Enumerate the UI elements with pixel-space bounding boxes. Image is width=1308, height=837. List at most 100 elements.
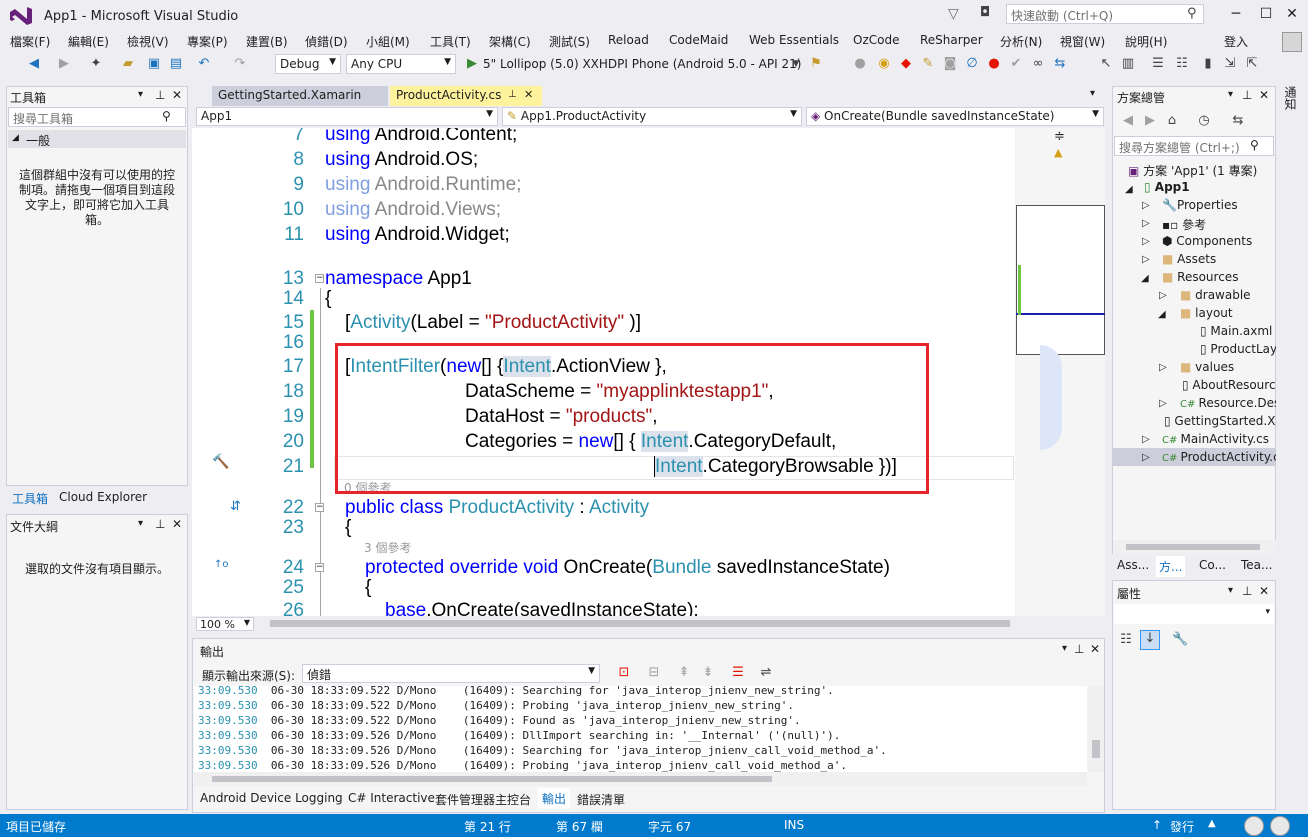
pin-icon[interactable]: ⊥ <box>508 89 517 100</box>
run-target-button[interactable]: 5" Lollipop (5.0) XXHDPI Phone (Android … <box>483 57 801 71</box>
save-all-icon[interactable]: ▤ <box>168 56 184 72</box>
bookmark-icon[interactable]: ▮ <box>1200 56 1216 72</box>
collapse-icon[interactable]: ▷ <box>1159 362 1167 373</box>
bookmark-toggle-icon[interactable]: ✔ <box>1008 56 1024 72</box>
menu-architecture[interactable]: 架構(C) <box>489 33 531 50</box>
find-message-icon[interactable]: ⊟ <box>646 665 662 681</box>
comment-icon[interactable]: ☰ <box>1150 56 1166 72</box>
filter-icon[interactable]: ▽ <box>948 6 959 22</box>
feedback-icon[interactable]: ◘ <box>980 5 990 20</box>
config-select[interactable]: Debug ▼ <box>275 54 341 74</box>
collapse-icon[interactable]: ▷ <box>1142 200 1150 211</box>
close-button[interactable]: ✕ <box>1272 0 1308 28</box>
error-icon[interactable]: ● <box>986 56 1002 72</box>
tab-output[interactable]: 輸出 <box>538 788 571 809</box>
output-source-select[interactable]: 偵錯 ▼ <box>302 664 600 683</box>
values-node[interactable]: ■ values <box>1180 360 1234 374</box>
resharper-status-icon[interactable] <box>1270 816 1290 836</box>
publish-button[interactable]: 發行 <box>1170 818 1194 835</box>
chevron-down-icon[interactable]: ▼ <box>788 56 804 72</box>
about-resources-node[interactable]: ▯ AboutResources <box>1182 378 1276 392</box>
layout-node[interactable]: ■ layout <box>1180 306 1233 320</box>
notifications-tab[interactable]: 通知 <box>1282 86 1299 110</box>
close-icon[interactable]: ✕ <box>172 88 182 102</box>
expand-icon[interactable]: ◢ <box>1125 184 1133 195</box>
menu-file[interactable]: 檔案(F) <box>10 33 50 50</box>
stop-icon[interactable]: ◆ <box>898 56 914 72</box>
collapse-icon[interactable]: ▷ <box>1142 434 1150 445</box>
close-icon[interactable]: ✕ <box>524 88 533 101</box>
collapse-icon[interactable]: − <box>315 274 324 283</box>
close-icon[interactable]: ✕ <box>1090 642 1100 656</box>
forward-icon[interactable]: ▶ <box>56 56 72 72</box>
next-bookmark-icon[interactable]: ⇲ <box>1222 56 1238 72</box>
menu-edit[interactable]: 編輯(E) <box>68 33 109 50</box>
pin-icon[interactable]: ⊥ <box>1242 584 1252 598</box>
tab-error-list[interactable]: 錯誤清單 <box>577 791 625 808</box>
menu-web-essentials[interactable]: Web Essentials <box>749 33 839 47</box>
alphabetical-icon[interactable]: ↓ <box>1140 630 1160 650</box>
tab-solution-explorer[interactable]: 方... <box>1156 556 1186 577</box>
menu-resharper[interactable]: ReSharper <box>920 33 983 47</box>
property-pages-icon[interactable]: 🔧 <box>1172 632 1188 648</box>
menu-window[interactable]: 視窗(W) <box>1060 33 1105 50</box>
save-icon[interactable]: ▣ <box>146 56 162 72</box>
main-activity-node[interactable]: C# MainActivity.cs <box>1162 432 1269 446</box>
clear-all-icon[interactable]: ☰ <box>730 665 746 681</box>
tab-overflow-icon[interactable]: ▾ <box>1090 88 1095 99</box>
dropdown-icon[interactable]: ▾ <box>1228 585 1233 596</box>
expand-icon[interactable]: ◢ <box>1158 309 1166 320</box>
menu-analyze[interactable]: 分析(N) <box>1000 33 1042 50</box>
product-layout-node[interactable]: ▯ ProductLayout <box>1200 342 1276 356</box>
dropdown-icon[interactable]: ▾ <box>138 518 143 529</box>
close-icon[interactable]: ✕ <box>172 517 182 531</box>
word-wrap-icon[interactable]: ⇌ <box>758 665 774 681</box>
override-icon[interactable]: ↑o <box>214 559 229 570</box>
dropdown-icon[interactable]: ▾ <box>138 89 143 100</box>
resource-designer-node[interactable]: C# Resource.Designer <box>1180 396 1276 410</box>
tab-toolbox[interactable]: 工具箱 <box>12 490 48 507</box>
pointer-icon[interactable]: ↖ <box>1098 56 1114 72</box>
glasses-icon[interactable]: ∞ <box>1030 56 1046 72</box>
camera-icon[interactable]: ◙ <box>942 56 958 72</box>
tab-product-activity[interactable]: ProductActivity.cs ⊥ ✕ <box>390 86 542 106</box>
open-folder-icon[interactable]: ▰ <box>120 56 136 72</box>
resources-node[interactable]: ■ Resources <box>1162 270 1238 284</box>
collapse-icon[interactable]: ▷ <box>1159 398 1167 409</box>
split-icon[interactable]: ≑ <box>1054 129 1065 144</box>
expand-icon[interactable]: ◢ <box>1141 273 1149 284</box>
output-vertical-scrollbar[interactable] <box>1088 686 1104 772</box>
member-nav-select[interactable]: ◈ OnCreate(Bundle savedInstanceState) ▼ <box>806 107 1104 126</box>
tab-team-explorer[interactable]: Tea... <box>1241 558 1272 572</box>
menu-help[interactable]: 說明(H) <box>1125 33 1167 50</box>
uncomment-icon[interactable]: ☷ <box>1174 56 1190 72</box>
sync-icon[interactable]: ⇆ <box>1230 113 1246 129</box>
getting-started-node[interactable]: ▯ GettingStarted.Xamarin <box>1164 414 1276 428</box>
account-icon[interactable] <box>1282 32 1302 52</box>
collapse-icon[interactable]: − <box>315 503 324 512</box>
components-node[interactable]: ⬢ Components <box>1162 234 1252 248</box>
references-node[interactable]: ▪▫ 參考 <box>1162 216 1206 233</box>
pin-icon[interactable]: ⊥ <box>155 517 165 531</box>
publish-icon[interactable]: ↑ <box>1152 818 1162 832</box>
go-to-line-icon[interactable]: ⊡ <box>616 665 632 681</box>
tab-assemblies[interactable]: Ass... <box>1117 558 1149 572</box>
redo-icon[interactable]: ↷ <box>232 56 248 72</box>
pin-icon[interactable]: ⊥ <box>155 88 165 102</box>
publish-chevron-icon[interactable]: ▲ <box>1208 818 1216 829</box>
map-viewport[interactable] <box>1016 205 1105 355</box>
main-axml-node[interactable]: ▯ Main.axml <box>1200 324 1272 338</box>
categorized-icon[interactable]: ☷ <box>1118 632 1134 648</box>
tab-csharp-interactive[interactable]: C# Interactive <box>348 791 435 805</box>
reference-count[interactable]: 3 個參考 <box>364 539 411 556</box>
pin-icon[interactable]: ⊥ <box>1242 88 1252 102</box>
menu-tools[interactable]: 工具(T) <box>430 33 471 50</box>
platform-select[interactable]: Any CPU ▼ <box>346 54 456 74</box>
collapse-icon[interactable]: ▷ <box>1142 236 1150 247</box>
output-text[interactable]: 33:09.530 06-30 18:33:09.522 D/Mono (164… <box>194 686 1087 772</box>
debug-step-icon[interactable]: ⇆ <box>1052 56 1068 72</box>
hammer-icon[interactable]: 🔨 <box>212 454 229 470</box>
properties-object-select[interactable]: ▾ <box>1114 604 1274 624</box>
menu-view[interactable]: 檢視(V) <box>127 33 169 50</box>
zoom-select[interactable]: 100 % ▼ <box>196 617 254 631</box>
